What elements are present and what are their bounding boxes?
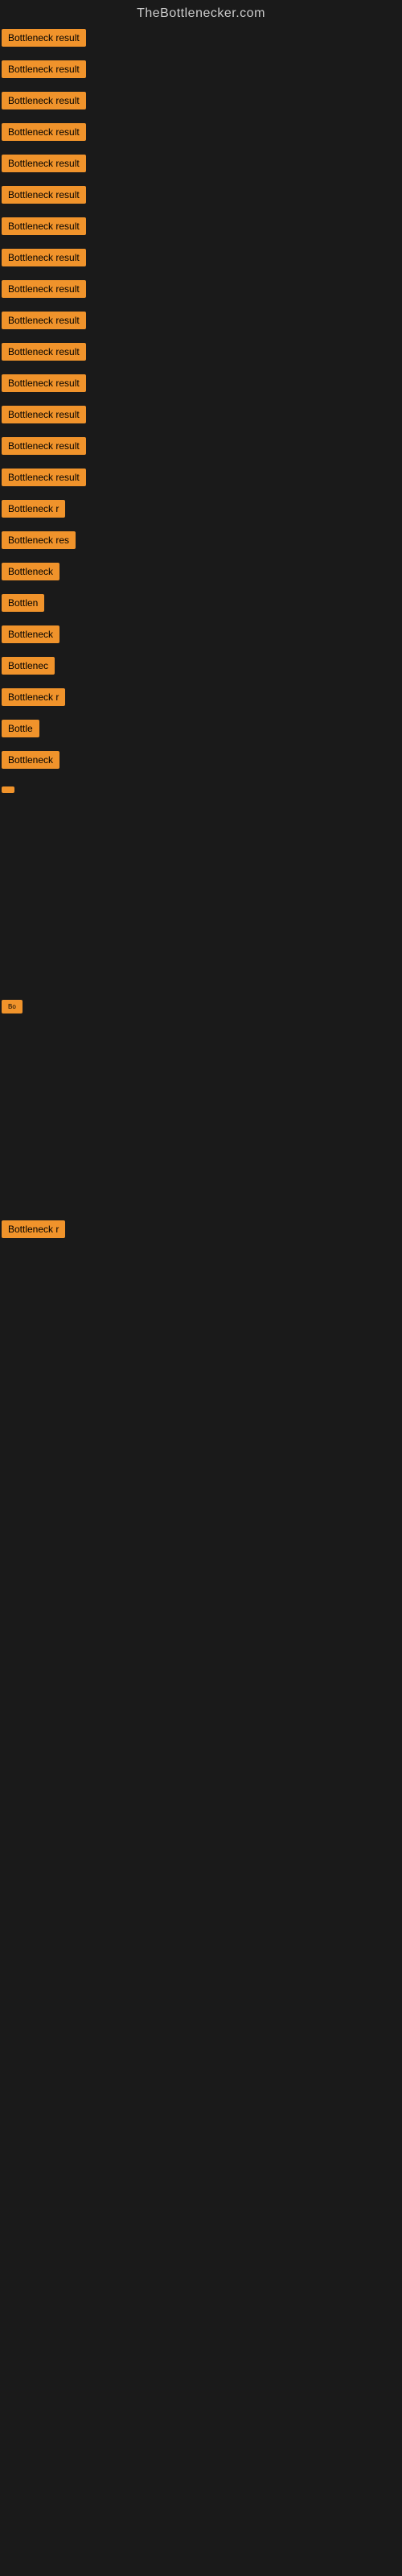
list-item (2, 1022, 402, 1087)
bottleneck-badge[interactable]: Bottleneck result (2, 186, 86, 204)
list-item: Bottleneck (2, 621, 402, 652)
bottleneck-badge[interactable]: Bottleneck (2, 751, 59, 769)
list-item: Bottleneck result (2, 118, 402, 150)
bottleneck-badge[interactable]: Bottleneck result (2, 312, 86, 329)
list-item: Bo (2, 995, 402, 1022)
bottleneck-badge[interactable]: Bottleneck result (2, 249, 86, 266)
list-item: Bottleneck result (2, 150, 402, 181)
list-item (2, 1311, 402, 1376)
list-item: Bottleneck res (2, 526, 402, 558)
bottleneck-badge[interactable]: Bottleneck result (2, 123, 86, 141)
bottleneck-badge[interactable]: Bottleneck r (2, 500, 65, 518)
bottleneck-badge[interactable]: B (2, 786, 14, 793)
bottleneck-badge[interactable]: Bottle (2, 720, 39, 737)
bottleneck-badge[interactable]: Bottlenec (2, 657, 55, 675)
bottleneck-badge[interactable]: Bottleneck result (2, 469, 86, 486)
list-item: Bottleneck r (2, 495, 402, 526)
list-item: Bottle (2, 715, 402, 746)
list-item: Bottleneck r (2, 1216, 402, 1247)
list-item: Bottleneck result (2, 87, 402, 118)
list-item: Bottleneck result (2, 432, 402, 464)
list-item (2, 802, 402, 866)
bottleneck-badge[interactable]: Bottleneck result (2, 280, 86, 298)
list-item: Bottleneck (2, 746, 402, 778)
bottleneck-list: Bottleneck result Bottleneck result Bottle… (0, 24, 402, 1440)
bottleneck-badge[interactable]: Bottleneck result (2, 374, 86, 392)
list-item: Bottleneck result (2, 24, 402, 56)
list-item: Bottleneck result (2, 56, 402, 87)
bottleneck-badge[interactable]: Bottleneck result (2, 92, 86, 109)
bottleneck-badge[interactable]: Bottleneck result (2, 60, 86, 78)
list-item: Bottleneck result (2, 307, 402, 338)
list-item (2, 931, 402, 995)
list-item: Bottlen (2, 589, 402, 621)
bottleneck-badge[interactable]: Bottleneck result (2, 217, 86, 235)
list-item: Bottleneck result (2, 244, 402, 275)
list-item: Bottleneck result (2, 213, 402, 244)
bottleneck-badge[interactable]: Bottleneck result (2, 155, 86, 172)
list-item (2, 1247, 402, 1311)
bottleneck-badge[interactable]: Bottleneck (2, 563, 59, 580)
bottleneck-badge[interactable]: Bottleneck result (2, 406, 86, 423)
list-item (2, 1087, 402, 1151)
list-item: B (2, 778, 402, 802)
bottleneck-badge[interactable]: Bo (2, 1000, 23, 1013)
bottleneck-badge[interactable]: Bottleneck result (2, 343, 86, 361)
list-item: Bottleneck result (2, 464, 402, 495)
list-item (2, 866, 402, 931)
list-item: Bottleneck result (2, 401, 402, 432)
bottleneck-badge[interactable]: Bottleneck result (2, 437, 86, 455)
bottleneck-badge[interactable]: Bottleneck (2, 625, 59, 643)
bottleneck-badge[interactable]: Bottleneck r (2, 688, 65, 706)
list-item (2, 1151, 402, 1216)
list-item: Bottleneck (2, 558, 402, 589)
bottleneck-badge[interactable]: Bottlen (2, 594, 44, 612)
list-item: Bottleneck result (2, 338, 402, 369)
list-item: Bottleneck result (2, 369, 402, 401)
bottleneck-badge[interactable]: Bottleneck result (2, 29, 86, 47)
site-title: TheBottlenecker.com (0, 0, 402, 24)
list-item: Bottleneck r (2, 683, 402, 715)
list-item: Bottleneck result (2, 181, 402, 213)
list-item (2, 1376, 402, 1440)
bottleneck-badge[interactable]: Bottleneck r (2, 1220, 65, 1238)
list-item: Bottlenec (2, 652, 402, 683)
list-item: Bottleneck result (2, 275, 402, 307)
bottleneck-badge[interactable]: Bottleneck res (2, 531, 76, 549)
